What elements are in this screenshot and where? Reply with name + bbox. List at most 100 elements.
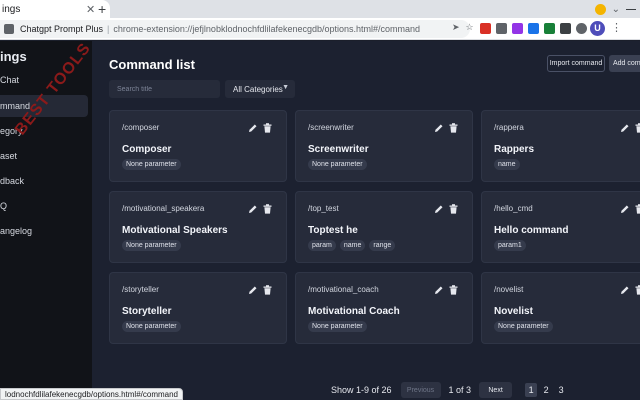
card-actions <box>620 282 640 300</box>
command-title: Screenwriter <box>308 144 369 155</box>
parameter-tag: None parameter <box>308 159 367 170</box>
page-number-1[interactable]: 1 <box>525 383 538 397</box>
browser-tab[interactable]: ings ✕ <box>0 0 110 18</box>
extension-dark-icon[interactable] <box>560 23 571 34</box>
delete-trash-icon[interactable] <box>635 201 640 219</box>
parameter-tags: None parameter <box>122 321 181 332</box>
puzzle-icon[interactable] <box>576 23 587 34</box>
command-card[interactable]: /motivational_speakera Motivational Speak… <box>109 191 287 263</box>
command-title: Motivational Speakers <box>122 225 228 236</box>
command-card[interactable]: /composer Composer None parameter <box>109 110 287 182</box>
browser-toolbar: Chatgpt Prompt Plus | chrome-extension:/… <box>0 18 640 40</box>
delete-trash-icon[interactable] <box>449 201 458 219</box>
parameter-tags: None parameter <box>122 240 181 251</box>
sidebar-item-label: angelog <box>0 226 33 236</box>
bookmark-star-icon[interactable]: ☆ <box>466 22 474 33</box>
sidebar-item-dataset[interactable]: aset <box>0 145 88 167</box>
command-name: /top_test <box>308 204 339 213</box>
delete-trash-icon[interactable] <box>263 201 272 219</box>
search-input[interactable] <box>109 80 220 98</box>
extension-blue-icon[interactable] <box>528 23 539 34</box>
next-page-button[interactable]: Next <box>479 382 513 398</box>
sidebar-item-label: Chat <box>0 75 20 85</box>
card-actions <box>620 201 640 219</box>
previous-page-button[interactable]: Previous <box>400 382 441 398</box>
edit-pencil-icon[interactable] <box>620 120 630 138</box>
omnibox-actions: ➤ ☆ <box>452 22 474 33</box>
command-card[interactable]: /rappera Rappers name <box>481 110 640 182</box>
command-title: Toptest he <box>308 225 358 236</box>
card-actions <box>620 120 640 138</box>
delete-trash-icon[interactable] <box>449 282 458 300</box>
chevron-down-icon: ▼ <box>282 84 289 91</box>
delete-trash-icon[interactable] <box>263 282 272 300</box>
edit-pencil-icon[interactable] <box>434 120 444 138</box>
parameter-tags: None parameter <box>308 321 367 332</box>
address-bar[interactable]: Chatgpt Prompt Plus | chrome-extension:/… <box>0 20 470 38</box>
extension-red-icon[interactable] <box>480 23 491 34</box>
add-command-button[interactable]: Add comm <box>609 55 640 72</box>
command-name: /motivational_coach <box>308 285 379 294</box>
edit-pencil-icon[interactable] <box>248 120 258 138</box>
sidebar-item-label: dback <box>0 176 25 186</box>
command-card[interactable]: /storyteller Storyteller None parameter <box>109 272 287 344</box>
parameter-tag: param <box>308 240 336 251</box>
edit-pencil-icon[interactable] <box>248 201 258 219</box>
parameter-tag: None parameter <box>494 321 553 332</box>
browser-tab-strip: ings ✕ + ⌄ <box>0 0 640 18</box>
command-name: /composer <box>122 123 160 132</box>
command-name: /motivational_speakera <box>122 204 205 213</box>
extension-green-icon[interactable] <box>544 23 555 34</box>
command-name: /hello_cmd <box>494 204 533 213</box>
new-tab-icon[interactable]: + <box>98 0 106 18</box>
command-card[interactable]: /hello_cmd Hello command param1 <box>481 191 640 263</box>
chevron-down-icon[interactable]: ⌄ <box>612 4 620 15</box>
pagination: Show 1-9 of 26 Previous 1 of 3 Next 1 2 … <box>331 382 567 398</box>
category-select[interactable]: All Categories ▼ <box>225 80 295 98</box>
command-card[interactable]: /novelist Novelist None parameter <box>481 272 640 344</box>
extension-purple-icon[interactable] <box>512 23 523 34</box>
sidebar-item-feedback[interactable]: dback <box>0 170 88 192</box>
parameter-tags: name <box>494 159 520 170</box>
command-title: Novelist <box>494 306 533 317</box>
edit-pencil-icon[interactable] <box>434 201 444 219</box>
page-number-2[interactable]: 2 <box>540 383 552 397</box>
address-url: chrome-extension://jefjlnobklodnochfdlil… <box>113 24 421 34</box>
parameter-tags: None parameter <box>308 159 367 170</box>
parameter-tag: None parameter <box>122 240 181 251</box>
extension-badge-icon[interactable] <box>594 3 606 15</box>
import-command-button[interactable]: Import command <box>547 55 605 72</box>
address-separator: | <box>107 24 110 34</box>
command-name: /rappera <box>494 123 524 132</box>
share-icon[interactable]: ➤ <box>452 22 460 33</box>
sidebar-item-category[interactable]: egory <box>0 120 88 142</box>
command-card[interactable]: /screenwriter Screenwriter None parameter <box>295 110 473 182</box>
tab-close-icon[interactable]: ✕ <box>86 3 95 16</box>
sidebar-item-changelog[interactable]: angelog <box>0 220 88 242</box>
extension-gray-icon[interactable] <box>496 23 507 34</box>
minimize-icon[interactable] <box>626 8 636 10</box>
sidebar-item-faq[interactable]: Q <box>0 195 88 217</box>
delete-trash-icon[interactable] <box>263 120 272 138</box>
edit-pencil-icon[interactable] <box>434 282 444 300</box>
parameter-tags: None parameter <box>122 159 181 170</box>
edit-pencil-icon[interactable] <box>620 201 630 219</box>
edit-pencil-icon[interactable] <box>620 282 630 300</box>
window-controls: ⌄ <box>594 0 640 18</box>
delete-trash-icon[interactable] <box>635 282 640 300</box>
edit-pencil-icon[interactable] <box>248 282 258 300</box>
profile-avatar[interactable]: U <box>590 21 605 36</box>
command-card[interactable]: /motivational_coach Motivational Coach Non… <box>295 272 473 344</box>
delete-trash-icon[interactable] <box>449 120 458 138</box>
delete-trash-icon[interactable] <box>635 120 640 138</box>
command-card[interactable]: /top_test Toptest he param name range <box>295 191 473 263</box>
parameter-tags: param1 <box>494 240 526 251</box>
sidebar-item-label: aset <box>0 151 18 161</box>
parameter-tag: name <box>339 240 366 251</box>
status-bar-url: lodnochfdlilafekenecgdb/options.html#/co… <box>0 388 183 400</box>
browser-menu-icon[interactable]: ⋮ <box>611 22 622 34</box>
page-number-3[interactable]: 3 <box>555 383 567 397</box>
card-actions <box>248 120 272 138</box>
extensions-bar <box>480 23 603 34</box>
parameter-tags: param name range <box>308 240 396 251</box>
